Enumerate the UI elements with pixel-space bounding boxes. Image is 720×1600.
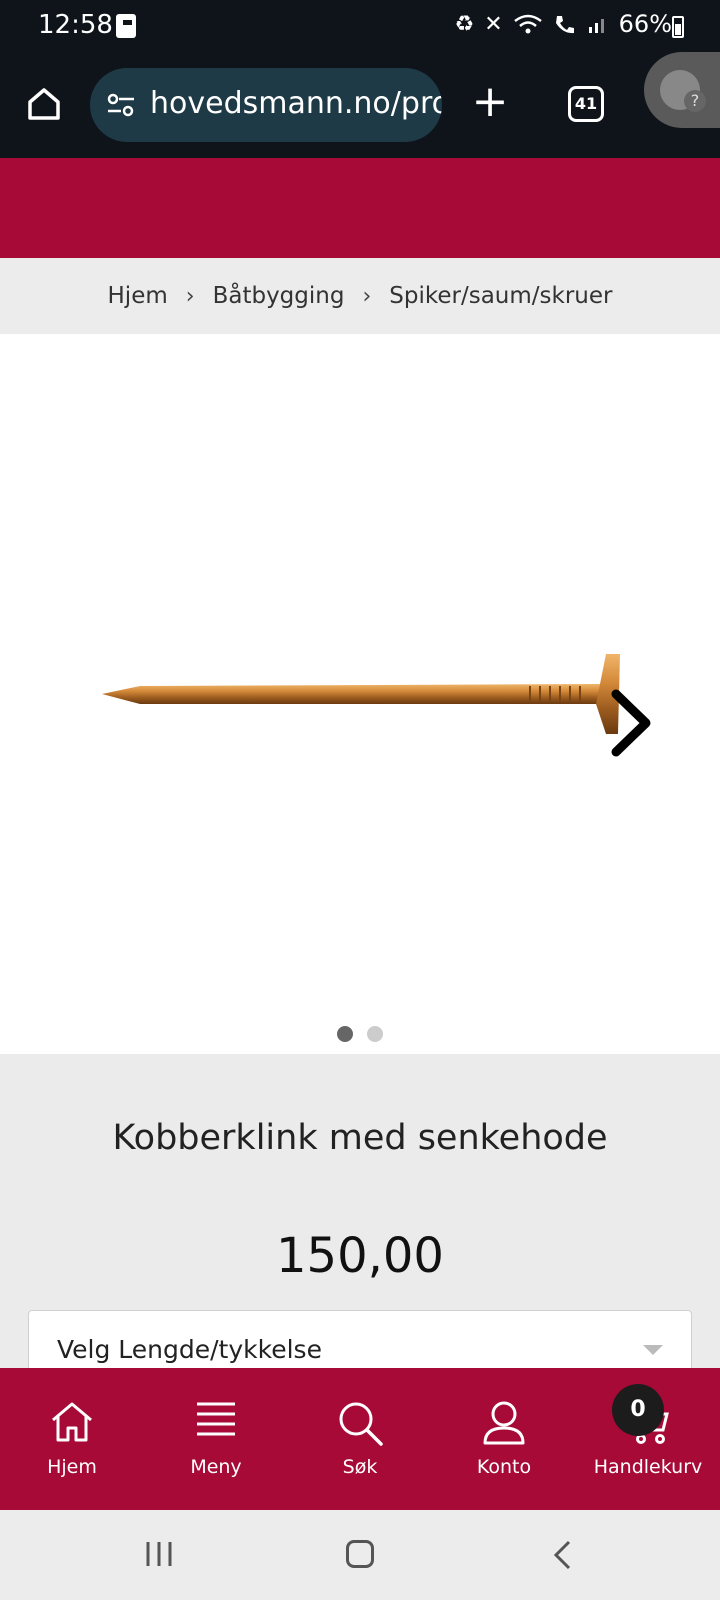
nav-item-home[interactable]: Hjem [0,1368,144,1510]
dropdown-caret-icon [643,1345,663,1355]
nav-item-account[interactable]: Konto [432,1368,576,1510]
nav-label-home: Hjem [47,1456,97,1478]
recent-apps-icon[interactable] [144,1540,174,1568]
nav-label-menu: Meny [190,1456,242,1478]
browser-home-icon[interactable] [24,84,64,124]
product-price: 150,00 [276,1228,444,1284]
status-icons: ♻ ✕ 66% [454,10,672,38]
home-icon [52,1402,92,1442]
question-icon: ? [684,90,706,112]
breadcrumb-item-batbygging[interactable]: Båtbygging [213,283,345,309]
tab-switcher-button[interactable]: 41 [568,86,604,122]
product-image [102,654,620,734]
wifi-call-icon [555,16,574,34]
nav-label-cart: Handlekurv [593,1456,703,1478]
product-title: Kobberklink med senkehode [112,1118,608,1158]
chevron-right-icon: › [362,283,372,309]
browser-toolbar: hovedsmann.no/prod + 41 ? [0,52,720,158]
breadcrumb-item-spiker[interactable]: Spiker/saum/skruer [389,283,612,309]
chevron-right-icon: › [185,283,195,309]
new-tab-button[interactable]: + [470,80,510,124]
gallery-dot-2[interactable] [367,1026,383,1042]
breadcrumb-item-home[interactable]: Hjem [108,283,168,309]
breadcrumb: Hjem › Båtbygging › Spiker/saum/skruer [0,258,720,334]
nav-label-search: Søk [342,1456,378,1478]
wifi-icon [513,14,542,34]
search-icon [339,1402,383,1446]
address-bar[interactable]: hovedsmann.no/prod [90,68,442,142]
home-button-icon[interactable] [346,1540,374,1568]
product-gallery[interactable] [0,334,720,1054]
status-time: 12:58 [38,10,113,40]
gallery-dots [0,1026,720,1042]
site-header [0,158,720,258]
back-icon[interactable] [552,1540,572,1570]
cart-count-badge[interactable]: 0 [612,1384,664,1436]
signal-icon [588,19,604,33]
nav-item-menu[interactable]: Meny [144,1368,288,1510]
nav-item-search[interactable]: Søk [288,1368,432,1510]
battery-percent: 66% [618,10,672,38]
flipboard-icon [116,14,136,38]
account-icon [483,1401,525,1445]
gallery-dot-1[interactable] [337,1026,353,1042]
battery-icon [672,16,684,38]
url-text: hovedsmann.no/prod [150,86,442,121]
site-settings-icon[interactable] [106,92,136,118]
next-image-arrow[interactable] [610,688,660,758]
menu-icon [197,1402,235,1436]
battery-saver-icon: ♻ [454,11,475,37]
nav-label-account: Konto [476,1456,532,1478]
mute-icon: ✕ [484,11,503,37]
variant-select-label: Velg Lengde/tykkelse [57,1335,322,1364]
bottom-nav: Hjem Meny Søk Konto Handlekurv [0,1368,720,1510]
system-nav-bar [0,1510,720,1600]
status-bar: 12:58 ♻ ✕ 66% [0,0,720,54]
profile-button[interactable]: ? [644,52,720,128]
